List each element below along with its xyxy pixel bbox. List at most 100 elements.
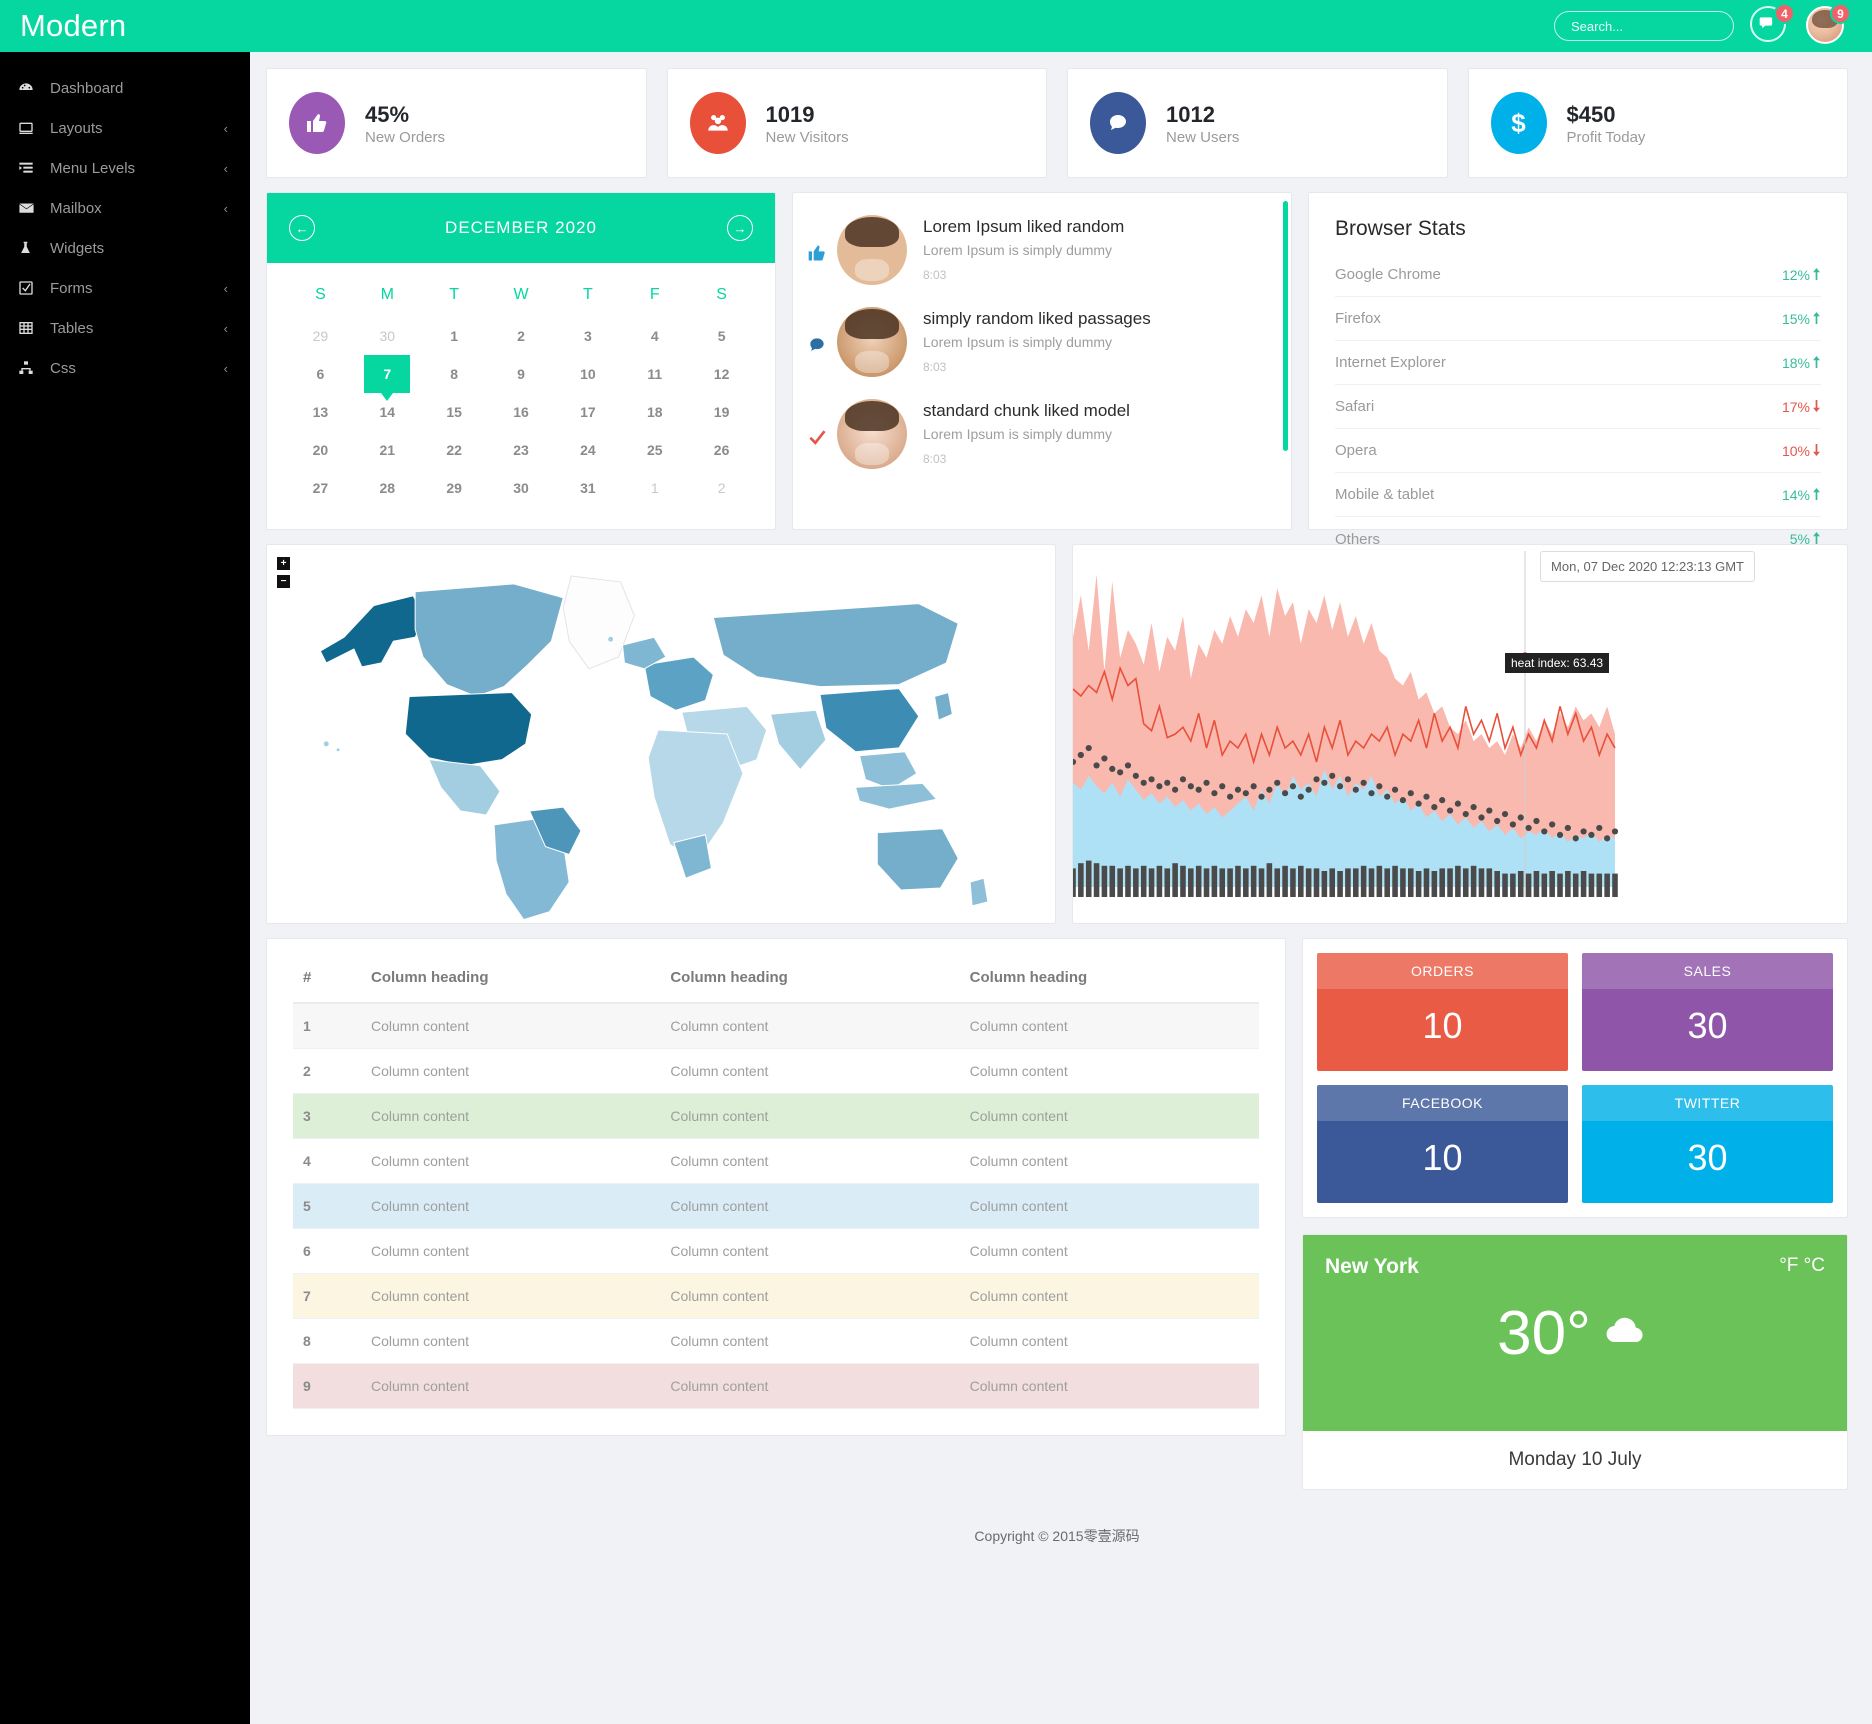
stat-card-profit-today[interactable]: $ $450 Profit Today — [1467, 68, 1848, 178]
sidebar-item-forms[interactable]: Forms ‹ — [0, 268, 250, 308]
stat-card-new-visitors[interactable]: 1019 New Visitors — [666, 68, 1047, 178]
table-row[interactable]: 2 Column content Column content Column cont… — [293, 1048, 1259, 1094]
feed-item-title: Lorem Ipsum liked random — [923, 217, 1125, 236]
sidebar-item-tables[interactable]: Tables ‹ — [0, 308, 250, 348]
calendar-day[interactable]: 10 — [554, 355, 621, 393]
calendar-day[interactable]: 19 — [688, 393, 755, 431]
calendar-day[interactable]: 29 — [421, 469, 488, 507]
table-row[interactable]: 4 Column content Column content Column cont… — [293, 1138, 1259, 1184]
calendar-day[interactable]: 2 — [688, 469, 755, 507]
sidebar-item-dashboard[interactable]: Dashboard — [0, 68, 250, 108]
calendar-day[interactable]: 13 — [287, 393, 354, 431]
profile-button[interactable]: 9 — [1806, 3, 1851, 46]
calendar-day[interactable]: 8 — [421, 355, 488, 393]
sidebar-item-widgets[interactable]: Widgets — [0, 228, 250, 268]
calendar-day[interactable]: 31 — [554, 469, 621, 507]
browser-value: 10% — [1782, 443, 1821, 459]
stat-card-new-orders[interactable]: 45% New Orders — [266, 68, 647, 178]
weather-top: New York °F °C 30° — [1303, 1235, 1847, 1431]
table-row[interactable]: 6 Column content Column content Column cont… — [293, 1228, 1259, 1274]
social-tiles-grid: ORDERS 10 SALES 30 FACEBOOK 10 TWITTER 30 — [1317, 953, 1833, 1203]
social-tile[interactable]: SALES 30 — [1582, 953, 1833, 1071]
sidebar-item-label: Dashboard — [50, 79, 124, 97]
feed-item-time: 8:03 — [923, 267, 947, 282]
social-tile[interactable]: FACEBOOK 10 — [1317, 1085, 1568, 1203]
messages-button[interactable]: 4 — [1750, 3, 1795, 46]
weather-chart-widget[interactable]: Mon, 07 Dec 2020 12:23:13 GMT heat index… — [1072, 544, 1848, 924]
table-cell: Column content — [959, 1183, 1259, 1229]
mid-row: ← DECEMBER 2020 → S M T W T F S 29 30 1 2 3 4 5 6 7 8 9 10… — [266, 192, 1848, 548]
sidebar-item-css[interactable]: Css ‹ — [0, 348, 250, 388]
feed-item[interactable]: standard chunk liked model Lorem Ipsum is… — [793, 377, 1291, 469]
calendar-day[interactable]: 26 — [688, 431, 755, 469]
stat-card-new-users[interactable]: 1012 New Users — [1067, 68, 1448, 178]
calendar-day[interactable]: 15 — [421, 393, 488, 431]
search-input[interactable] — [1554, 11, 1734, 41]
calendar-day[interactable]: 3 — [554, 317, 621, 355]
table-row[interactable]: 3 Column content Column content Column cont… — [293, 1093, 1259, 1139]
calendar-day[interactable]: 25 — [621, 431, 688, 469]
browser-stat-row: Mobile & tablet 14% — [1335, 473, 1821, 517]
calendar-day[interactable]: 27 — [287, 469, 354, 507]
calendar-day[interactable]: 28 — [354, 469, 421, 507]
table-row[interactable]: 8 Column content Column content Column cont… — [293, 1318, 1259, 1364]
browser-stat-row: Google Chrome 12% — [1335, 253, 1821, 297]
calendar-day[interactable]: 6 — [287, 355, 354, 393]
calendar-day[interactable]: 29 — [287, 317, 354, 355]
table-cell: Column content — [959, 1003, 1259, 1049]
calendar-day[interactable]: 11 — [621, 355, 688, 393]
messages-badge: 4 — [1774, 3, 1795, 24]
table-cell-index: 7 — [293, 1273, 361, 1319]
calendar-day[interactable]: 14 — [354, 393, 421, 431]
calendar-day[interactable]: 4 — [621, 317, 688, 355]
calendar-day[interactable]: 20 — [287, 431, 354, 469]
stat-value: 1019 — [765, 101, 815, 127]
world-map-svg[interactable] — [267, 545, 1056, 923]
table-row[interactable]: 1 Column content Column content Column cont… — [293, 1003, 1259, 1049]
calendar-day[interactable]: 7 — [354, 355, 421, 401]
feed-item[interactable]: simply random liked passages Lorem Ipsum … — [793, 285, 1291, 377]
comment-icon — [807, 307, 837, 360]
sidebar-item-layouts[interactable]: Layouts ‹ — [0, 108, 250, 148]
social-tile[interactable]: TWITTER 30 — [1582, 1085, 1833, 1203]
calendar-day-today[interactable]: 7 — [364, 355, 411, 401]
table-header-row: # Column heading Column heading Column h… — [293, 961, 1259, 1004]
calendar-week-row: 20 21 22 23 24 25 26 — [287, 431, 755, 469]
top-navbar: Modern 4 9 — [0, 0, 1872, 52]
calendar-day[interactable]: 22 — [421, 431, 488, 469]
calendar-day[interactable]: 1 — [421, 317, 488, 355]
calendar-day[interactable]: 17 — [554, 393, 621, 431]
feed-item-subtitle: Lorem Ipsum is simply dummy — [923, 241, 1113, 258]
table-cell: Column content — [660, 1183, 960, 1229]
zoom-in-icon[interactable]: + — [277, 557, 290, 570]
calendar-day[interactable]: 16 — [488, 393, 555, 431]
table-row[interactable]: 9 Column content Column content Column cont… — [293, 1363, 1259, 1409]
sidebar-item-mailbox[interactable]: Mailbox ‹ — [0, 188, 250, 228]
calendar-day[interactable]: 9 — [488, 355, 555, 393]
calendar-day[interactable]: 30 — [354, 317, 421, 355]
calendar-day[interactable]: 12 — [688, 355, 755, 393]
sidebar-item-menu-levels[interactable]: Menu Levels ‹ — [0, 148, 250, 188]
calendar-day[interactable]: 2 — [488, 317, 555, 355]
zoom-out-icon[interactable]: − — [277, 575, 290, 588]
calendar-day[interactable]: 18 — [621, 393, 688, 431]
arrow-left-icon[interactable]: ← — [289, 215, 315, 241]
calendar-day[interactable]: 23 — [488, 431, 555, 469]
cloud-upload-icon — [1593, 1308, 1653, 1361]
table-row[interactable]: 7 Column content Column content Column cont… — [293, 1273, 1259, 1319]
calendar-day[interactable]: 21 — [354, 431, 421, 469]
brand-logo[interactable]: Modern — [0, 8, 250, 44]
calendar-day[interactable]: 24 — [554, 431, 621, 469]
table-row[interactable]: 5 Column content Column content Column cont… — [293, 1183, 1259, 1229]
social-tile[interactable]: ORDERS 10 — [1317, 953, 1568, 1071]
table-cell-index: 9 — [293, 1363, 361, 1409]
weather-units-toggle[interactable]: °F °C — [1779, 1255, 1825, 1277]
stat-cards-row: 45% New Orders 1019 New Visitors 1012 Ne… — [266, 68, 1848, 178]
feed-item[interactable]: Lorem Ipsum liked random Lorem Ipsum is s… — [793, 193, 1291, 285]
arrow-right-icon[interactable]: → — [726, 215, 753, 241]
calendar-day[interactable]: 30 — [488, 469, 555, 507]
calendar-day[interactable]: 1 — [621, 469, 688, 507]
browser-value: 12% — [1782, 267, 1821, 283]
calendar-day[interactable]: 5 — [688, 317, 755, 355]
feed-scrollbar[interactable] — [1283, 201, 1288, 451]
